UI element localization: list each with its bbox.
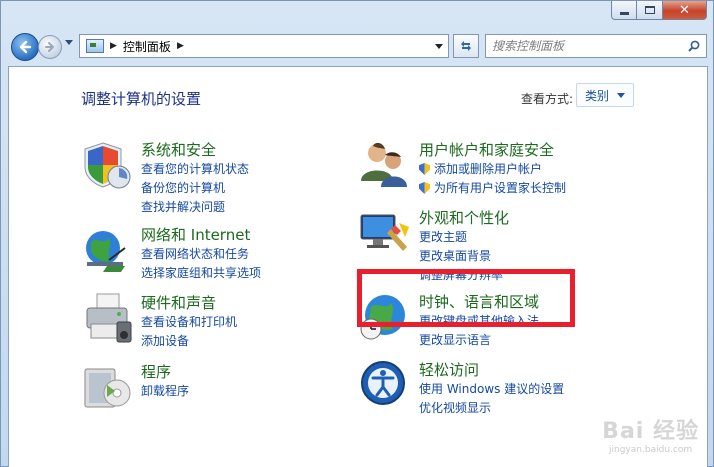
programs-icon[interactable] — [81, 361, 133, 413]
category-user-accounts: 用户帐户和家庭安全 添加或删除用户帐户 为所有用户设置家长控制 — [359, 139, 659, 199]
category-title-appearance[interactable]: 外观和个性化 — [419, 207, 509, 228]
recent-pages-dropdown[interactable] — [65, 40, 73, 45]
link-add-remove-accounts[interactable]: 添加或删除用户帐户 — [419, 160, 542, 177]
watermark: Bai 经验 jingyan.baidu.com — [602, 413, 699, 455]
printer-icon[interactable] — [81, 292, 133, 344]
link-add-remove-accounts-label: 添加或删除用户帐户 — [434, 162, 543, 176]
watermark-logo: Bai 经验 — [602, 419, 699, 444]
link-uninstall-program[interactable]: 卸载程序 — [141, 382, 189, 399]
maximize-button[interactable] — [637, 1, 663, 20]
category-title-network-internet[interactable]: 网络和 Internet — [141, 224, 250, 245]
link-change-background[interactable]: 更改桌面背景 — [419, 247, 491, 264]
chevron-down-icon — [617, 92, 626, 98]
link-optimize-display[interactable]: 优化视频显示 — [419, 399, 491, 416]
refresh-icon — [461, 41, 471, 51]
category-appearance: 外观和个性化 更改主题 更改桌面背景 调整屏幕分辨率 — [359, 207, 659, 282]
view-by-label: 查看方式: — [521, 92, 574, 106]
link-parental-controls[interactable]: 为所有用户设置家长控制 — [419, 179, 566, 196]
watermark-url: jingyan.baidu.com — [609, 445, 693, 455]
search-input[interactable] — [492, 39, 672, 53]
uac-shield-icon — [419, 182, 430, 194]
category-ease-of-access: 轻松访问 使用 Windows 建议的设置 优化视频显示 — [359, 359, 659, 419]
link-troubleshoot[interactable]: 查找并解决问题 — [141, 198, 225, 215]
link-view-network-status[interactable]: 查看网络状态和任务 — [141, 245, 249, 262]
address-dropdown-icon[interactable] — [435, 44, 443, 49]
view-by-value: 类别 — [585, 88, 610, 103]
category-network-internet: 网络和 Internet 查看网络状态和任务 选择家庭组和共享选项 — [81, 224, 341, 284]
category-title-hardware-sound[interactable]: 硬件和声音 — [141, 292, 216, 313]
maximize-icon — [644, 6, 655, 14]
search-box[interactable] — [485, 34, 707, 58]
category-title-ease-of-access[interactable]: 轻松访问 — [419, 359, 479, 380]
users-icon[interactable] — [359, 139, 411, 191]
breadcrumb-chevron-icon[interactable]: ▶ — [110, 41, 117, 51]
window-frame: ✕ ▶ 控制面板 ▶ 调整计算机的设置 查看方式: 类别 — [0, 0, 714, 467]
minimize-button[interactable] — [611, 1, 637, 20]
appearance-icon[interactable] — [359, 207, 411, 259]
category-title-system-security[interactable]: 系统和安全 — [141, 139, 216, 160]
category-title-programs[interactable]: 程序 — [141, 361, 171, 382]
main-content: 调整计算机的设置 查看方式: 类别 系统和安全 查看您的计算机状态 备份您的计算… — [8, 66, 708, 467]
breadcrumb-chevron-icon[interactable]: ▶ — [177, 41, 184, 51]
category-programs: 程序 卸载程序 — [81, 361, 341, 411]
close-icon: ✕ — [679, 2, 690, 18]
category-hardware-sound: 硬件和声音 查看设备和打印机 添加设备 — [81, 292, 341, 352]
network-globe-icon[interactable] — [81, 224, 133, 276]
control-panel-icon — [86, 39, 104, 53]
link-change-display-language[interactable]: 更改显示语言 — [419, 331, 491, 348]
ease-of-access-icon[interactable] — [359, 359, 411, 411]
minimize-icon — [619, 11, 629, 15]
back-arrow-icon — [19, 40, 32, 54]
link-change-theme[interactable]: 更改主题 — [419, 228, 467, 245]
uac-shield-icon — [419, 163, 430, 175]
link-backup-computer[interactable]: 备份您的计算机 — [141, 179, 225, 196]
back-button[interactable] — [11, 33, 39, 61]
link-add-device[interactable]: 添加设备 — [141, 332, 189, 349]
page-title: 调整计算机的设置 — [81, 90, 202, 108]
forward-button[interactable] — [38, 35, 62, 59]
view-by-dropdown[interactable]: 类别 — [576, 83, 634, 107]
link-view-computer-status[interactable]: 查看您的计算机状态 — [141, 160, 249, 177]
shield-icon[interactable] — [81, 139, 133, 191]
breadcrumb-control-panel[interactable]: 控制面板 — [123, 38, 171, 55]
link-homegroup-sharing[interactable]: 选择家庭组和共享选项 — [141, 264, 261, 281]
category-title-user-accounts[interactable]: 用户帐户和家庭安全 — [419, 139, 554, 160]
link-devices-printers[interactable]: 查看设备和打印机 — [141, 313, 237, 330]
annotation-highlight-box — [357, 269, 575, 327]
address-bar[interactable]: ▶ 控制面板 ▶ — [79, 34, 449, 58]
navigation-bar: ▶ 控制面板 ▶ — [7, 31, 707, 63]
refresh-button[interactable] — [453, 34, 479, 58]
link-recommended-settings[interactable]: 使用 Windows 建议的设置 — [419, 380, 564, 397]
link-parental-controls-label: 为所有用户设置家长控制 — [434, 181, 567, 195]
search-icon[interactable] — [688, 40, 700, 52]
caption-buttons: ✕ — [611, 1, 707, 20]
close-button[interactable]: ✕ — [663, 1, 707, 20]
category-system-security: 系统和安全 查看您的计算机状态 备份您的计算机 查找并解决问题 — [81, 139, 341, 219]
forward-arrow-icon — [45, 42, 54, 52]
